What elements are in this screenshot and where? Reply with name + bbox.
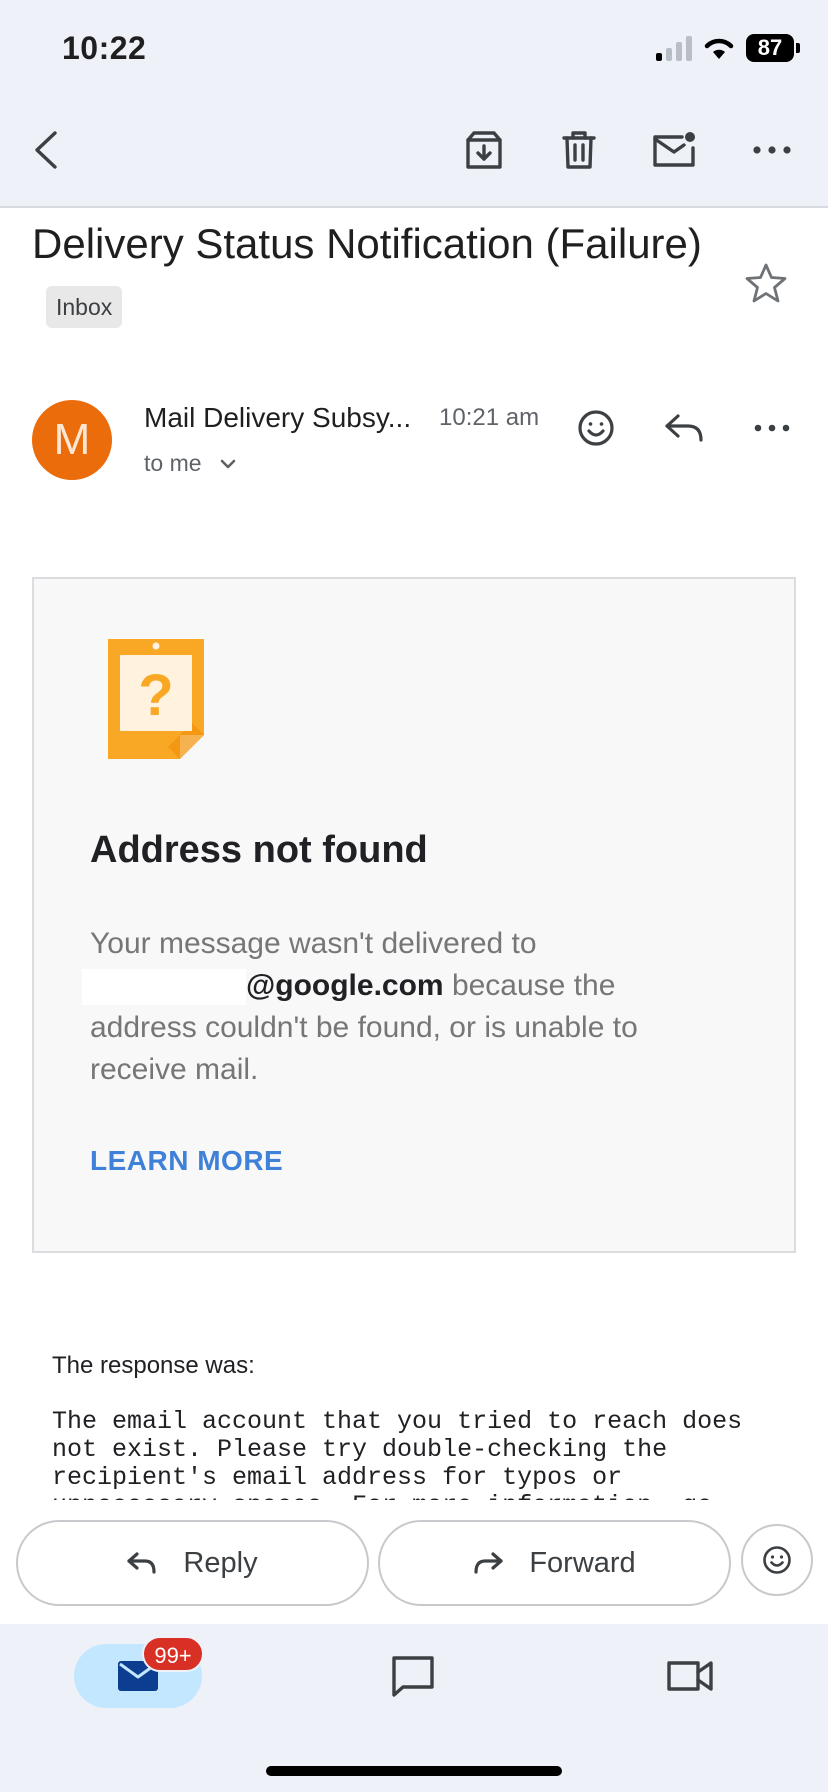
card-message-prefix: Your message wasn't delivered to: [90, 927, 537, 960]
mark-unread-button[interactable]: [649, 124, 701, 176]
email-subject: Delivery Status Notification (Failure) In…: [32, 212, 732, 340]
subject-text: Delivery Status Notification (Failure): [32, 220, 702, 267]
sender-name[interactable]: Mail Delivery Subsy...: [144, 402, 411, 434]
delivery-failure-card: ? Address not found Your message wasn't …: [32, 577, 796, 1253]
top-bar: 10:22 87: [0, 0, 828, 208]
trash-icon: [562, 131, 596, 169]
response-label: The response was:: [52, 1352, 255, 1379]
video-camera-icon: [667, 1661, 713, 1691]
question-document-icon: ?: [108, 639, 204, 759]
more-options-button[interactable]: [746, 124, 798, 176]
reply-icon: [665, 414, 703, 442]
react-button[interactable]: [741, 1524, 813, 1596]
mark-unread-icon: [653, 132, 695, 167]
chevron-down-icon: [220, 459, 235, 468]
chevron-left-icon: [35, 131, 57, 169]
archive-icon: [466, 131, 502, 169]
wifi-icon: [704, 38, 734, 59]
delete-button[interactable]: [553, 124, 605, 176]
archive-button[interactable]: [458, 124, 510, 176]
star-button[interactable]: [744, 262, 788, 309]
home-indicator: [266, 1766, 562, 1776]
reply-pill-button[interactable]: Reply: [16, 1520, 369, 1606]
response-text: The email account that you tried to reac…: [52, 1408, 743, 1500]
svg-text:?: ?: [138, 663, 173, 728]
reply-label: Reply: [183, 1546, 258, 1579]
chat-icon: [392, 1656, 434, 1697]
reply-icon: [127, 1552, 157, 1574]
forward-pill-button[interactable]: Forward: [378, 1520, 731, 1606]
more-horizontal-icon: [754, 424, 790, 432]
status-time: 10:22: [62, 30, 147, 66]
recipient-details-toggle[interactable]: to me: [144, 450, 236, 477]
recipient-address: @google.com: [246, 969, 444, 1002]
back-button[interactable]: [20, 124, 72, 176]
redacted-email-local-part: [82, 969, 246, 1006]
nav-meet[interactable]: [660, 1650, 720, 1702]
nav-mail[interactable]: 99+: [74, 1636, 204, 1708]
recipient-label: to me: [144, 450, 202, 476]
message-more-button[interactable]: [744, 400, 800, 456]
cellular-signal-icon: [656, 35, 692, 61]
inbox-label-chip[interactable]: Inbox: [46, 285, 123, 328]
star-icon: [745, 263, 787, 303]
forward-label: Forward: [529, 1546, 636, 1579]
smiley-icon: [578, 410, 614, 446]
learn-more-link[interactable]: LEARN MORE: [90, 1145, 283, 1177]
avatar[interactable]: M: [32, 400, 112, 480]
forward-icon: [474, 1552, 503, 1574]
nav-chat[interactable]: [383, 1650, 443, 1702]
battery-indicator: 87: [746, 34, 800, 62]
sent-time: 10:21 am: [439, 404, 540, 431]
status-icons: 87: [656, 34, 800, 62]
smiley-icon: [763, 1546, 791, 1574]
bottom-navigation: 99+: [0, 1624, 828, 1792]
message-actions-bar: Reply Forward: [0, 1500, 828, 1624]
card-message: Your message wasn't delivered to @google…: [82, 923, 730, 1091]
reply-button[interactable]: [656, 400, 712, 456]
card-title: Address not found: [90, 829, 428, 871]
unread-count-badge: 99+: [142, 1636, 204, 1672]
more-horizontal-icon: [753, 146, 791, 154]
add-reaction-button[interactable]: [568, 400, 624, 456]
